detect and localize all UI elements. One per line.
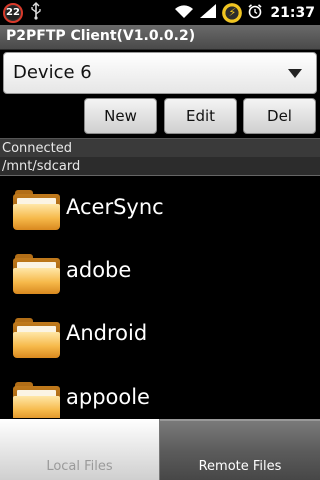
file-list[interactable]: AcerSync adobe Android appoole: [0, 177, 320, 418]
file-name: adobe: [66, 258, 132, 282]
dropdown-arrow-icon: [288, 69, 302, 78]
app-title: P2PFTP Client(V1.0.0.2): [6, 28, 196, 44]
new-button[interactable]: New: [84, 98, 157, 134]
folder-icon: [13, 318, 60, 358]
signal-icon: [199, 3, 217, 23]
device-selector-value: Device 6: [13, 62, 92, 83]
alarm-icon: [247, 3, 263, 23]
battery-icon: ⚡: [222, 2, 243, 23]
connection-status: Connected: [0, 138, 320, 157]
wifi-icon: [174, 3, 194, 23]
bottom-tab-bar: Local Files Remote Files: [0, 419, 320, 480]
edit-button[interactable]: Edit: [164, 98, 237, 134]
file-name: appoole: [66, 385, 150, 409]
folder-icon: [13, 382, 60, 418]
file-name: AcerSync: [66, 195, 164, 219]
folder-icon: [13, 190, 60, 230]
file-row-android[interactable]: Android: [0, 304, 320, 368]
tab-local-files[interactable]: Local Files: [0, 419, 160, 480]
delete-button[interactable]: Del: [243, 98, 316, 134]
tab-remote-files[interactable]: Remote Files: [160, 419, 320, 480]
file-row-appoole[interactable]: appoole: [0, 368, 320, 418]
app-title-bar: P2PFTP Client(V1.0.0.2): [0, 25, 320, 50]
notification-count-badge[interactable]: 22: [3, 2, 23, 23]
file-row-acersync[interactable]: AcerSync: [0, 177, 320, 241]
file-row-adobe[interactable]: adobe: [0, 240, 320, 304]
status-bar: 22 ⚡ 21:37: [0, 0, 320, 25]
usb-icon: [29, 1, 43, 24]
current-path: /mnt/sdcard: [0, 157, 320, 176]
file-name: Android: [66, 321, 148, 345]
device-selector[interactable]: Device 6: [3, 52, 317, 94]
clock: 21:37: [270, 4, 315, 21]
folder-icon: [13, 254, 60, 294]
